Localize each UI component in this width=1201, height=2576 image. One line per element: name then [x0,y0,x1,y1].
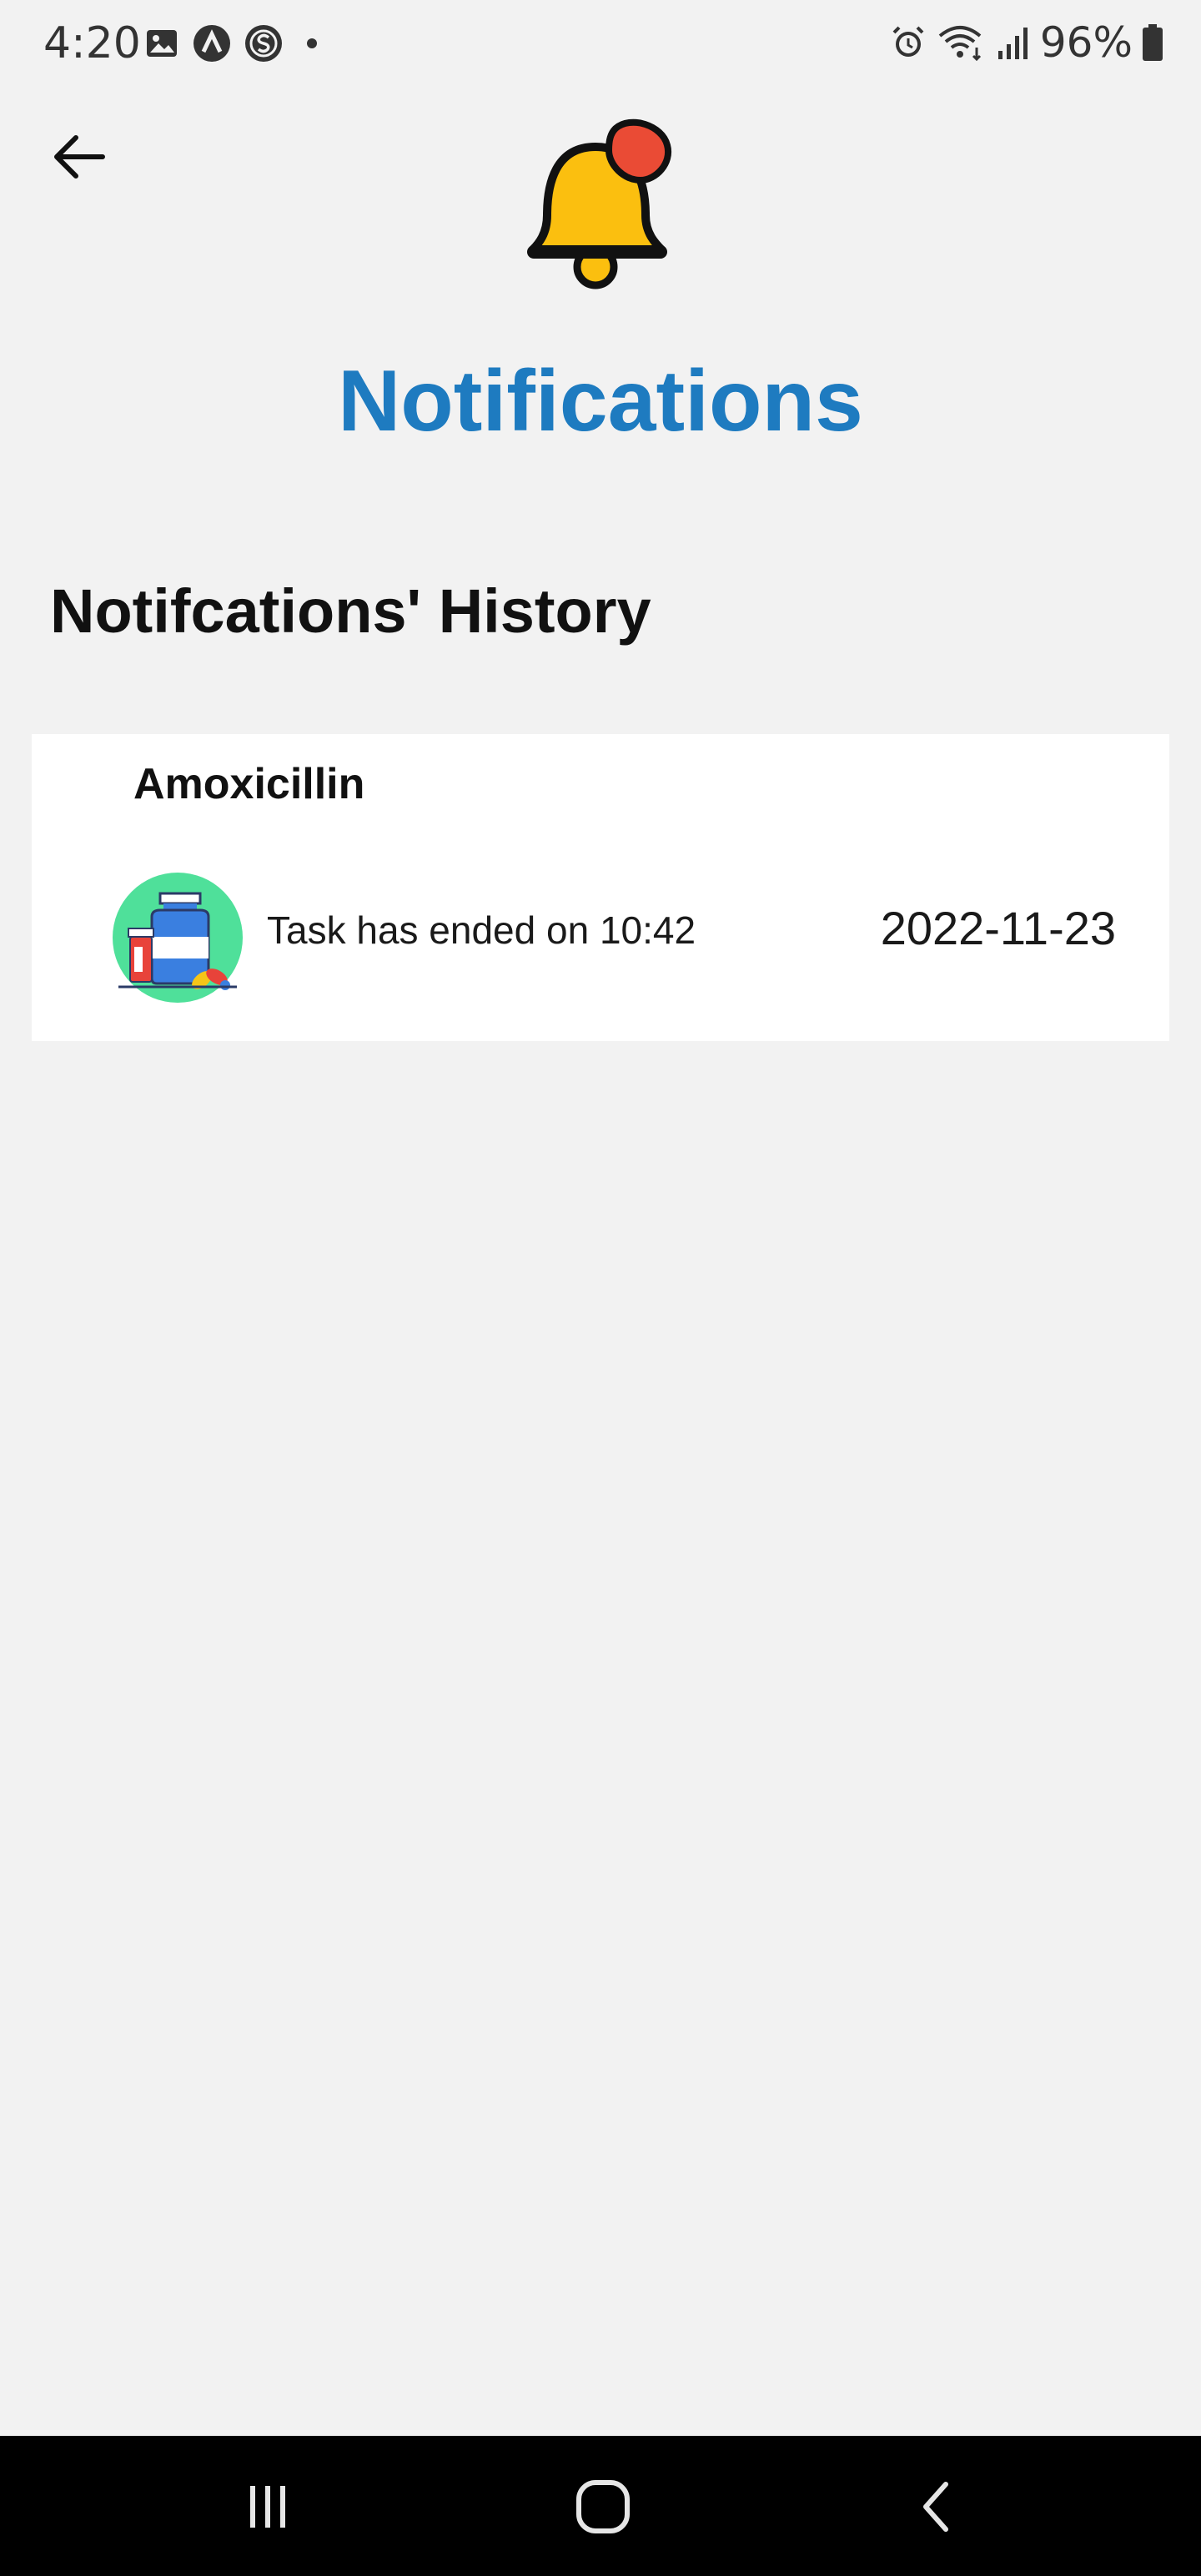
system-nav-bar [0,2436,1201,2576]
back-icon [923,2482,948,2532]
dot-icon [307,38,317,48]
wifi-icon [938,26,982,62]
app-a-icon [193,25,230,62]
notification-title: Amoxicillin [133,760,365,808]
battery-icon [1143,24,1163,61]
home-icon [576,2480,630,2533]
page-title: Notifications [338,353,863,450]
section-title: Notifcations' History [50,576,651,646]
status-right: 96% [888,18,1164,67]
status-left-icons [143,23,329,63]
status-bar: 4:20 96% [0,0,1201,90]
home-button[interactable] [565,2469,641,2544]
notifications-screen: 4:20 96% Notifications Notifcations' His… [0,0,1201,2576]
app-s-icon [245,25,282,62]
notification-card[interactable]: Amoxicillin Task has ended on 10:42 2022… [32,734,1169,1041]
gallery-icon [147,30,177,57]
status-time: 4:20 [43,18,141,68]
battery-percent: 96% [1039,18,1133,67]
notification-message: Task has ended on 10:42 [267,908,696,952]
nav-back-button[interactable] [901,2469,976,2544]
recents-button[interactable] [230,2469,305,2544]
medicine-bottle-icon [113,873,243,1003]
recents-icon [250,2486,285,2528]
alarm-icon [892,26,924,57]
arrow-left-icon [54,135,105,179]
bell-icon [527,118,672,289]
signal-icon [997,28,1028,59]
notification-date: 2022-11-23 [880,902,1116,954]
back-button[interactable] [47,125,110,189]
